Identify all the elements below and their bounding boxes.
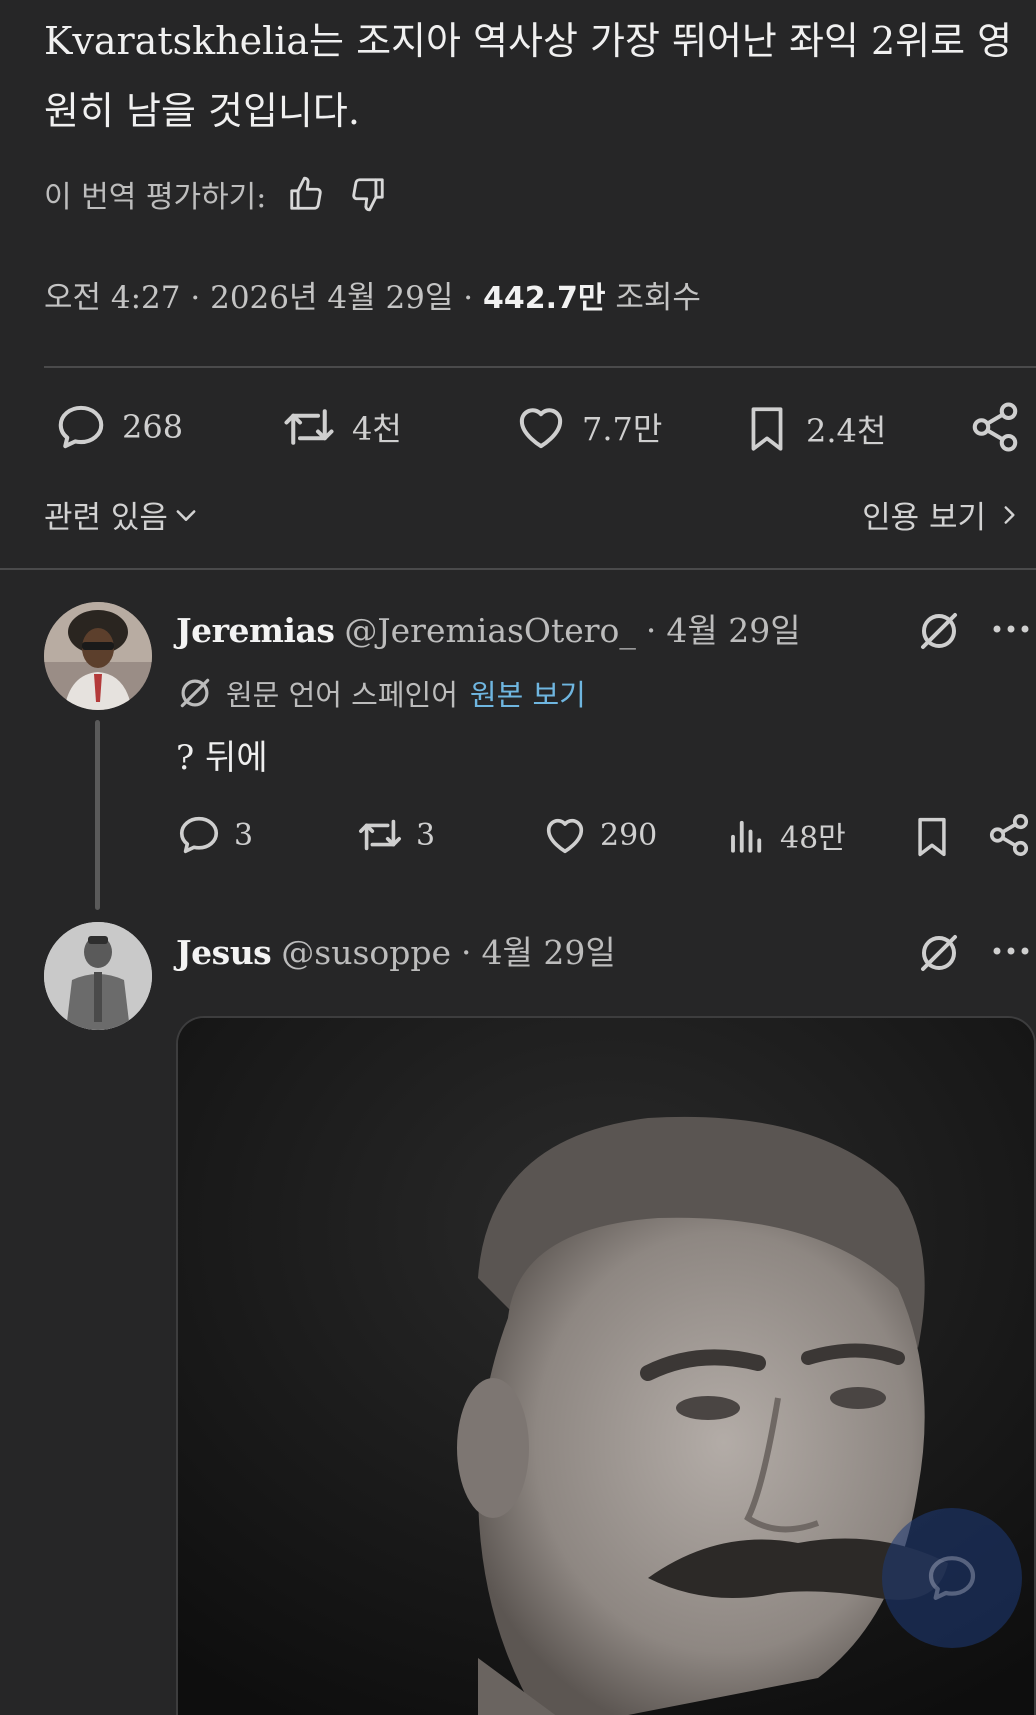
more-options-icon[interactable] xyxy=(986,604,1036,654)
tweet-time[interactable]: 오전 4:27 xyxy=(44,280,181,316)
reply-count: 268 xyxy=(122,408,184,446)
tweet-text: Kvaratskhelia는 조지아 역사상 가장 뛰어난 좌익 2위로 영원히… xyxy=(44,19,1013,133)
translate-icon xyxy=(180,678,210,708)
bookmark-count: 2.4천 xyxy=(806,412,887,450)
meta-separator: · xyxy=(463,280,474,316)
related-label: 관련 있음 xyxy=(44,500,168,536)
heart-icon xyxy=(519,408,563,449)
share-icon xyxy=(972,402,1018,452)
bookmark-icon xyxy=(751,407,783,451)
views-label: 조회수 xyxy=(615,280,701,316)
thumbs-up-icon[interactable] xyxy=(284,172,328,216)
author-handle[interactable]: @JeremiasOtero_ xyxy=(344,611,636,650)
share-button[interactable] xyxy=(968,400,1022,454)
repost-icon xyxy=(284,409,334,445)
avatar[interactable] xyxy=(44,922,152,1030)
reply-header: Jesus @susoppe · 4월 29일 xyxy=(176,926,616,974)
reply-icon xyxy=(179,816,219,854)
views-count: 48만 xyxy=(780,821,846,856)
share-icon xyxy=(989,814,1029,856)
reply-icon xyxy=(58,405,104,449)
meta-separator: · xyxy=(190,280,201,316)
repost-button[interactable]: 4천 xyxy=(280,400,402,454)
reply-count: 3 xyxy=(234,817,254,853)
thumbs-down-icon[interactable] xyxy=(346,172,390,216)
bookmark-button[interactable]: 2.4천 xyxy=(742,400,886,458)
analytics-icon xyxy=(731,820,762,853)
author-name[interactable]: Jesus xyxy=(176,933,272,972)
bookmark-button[interactable] xyxy=(910,812,954,862)
like-count: 7.7만 xyxy=(582,410,663,448)
tweet-actions: 268 4천 7.7만 2.4천 xyxy=(54,400,1036,468)
divider xyxy=(0,568,1036,570)
header-separator: · xyxy=(645,611,657,650)
repost-count: 4천 xyxy=(352,410,402,448)
message-fab-button[interactable] xyxy=(882,1508,1022,1648)
views-count: 442.7만 xyxy=(483,281,606,316)
translate-toggle-icon[interactable] xyxy=(912,926,966,980)
view-original-link[interactable]: 원본 보기 xyxy=(470,672,586,714)
thread-line xyxy=(95,720,100,910)
share-button[interactable] xyxy=(986,812,1032,858)
translation-note: 원문 언어 스페인어 원본 보기 xyxy=(176,672,586,714)
source-language: 원문 언어 스페인어 xyxy=(226,678,458,712)
message-bubble-icon xyxy=(928,1556,976,1600)
reply-button[interactable]: 268 xyxy=(54,400,183,454)
related-dropdown[interactable]: 관련 있음 xyxy=(44,492,200,537)
more-options-icon[interactable] xyxy=(986,926,1036,976)
like-button[interactable]: 7.7만 xyxy=(514,400,662,454)
author-handle[interactable]: @susoppe xyxy=(281,933,451,972)
reply-header: Jeremias @JeremiasOtero_ · 4월 29일 xyxy=(176,604,801,652)
rate-translation-label: 이 번역 평가하기: xyxy=(44,180,267,215)
avatar[interactable] xyxy=(44,602,152,710)
repost-button[interactable]: 3 xyxy=(356,812,435,858)
tweet-date[interactable]: 2026년 4월 29일 xyxy=(210,280,453,316)
bookmark-icon xyxy=(918,817,946,857)
reply-text: ? 뒤에 xyxy=(176,738,268,778)
repost-count: 3 xyxy=(416,817,436,853)
tweet-meta: 오전 4:27 · 2026년 4월 29일 · 442.7만 조회수 xyxy=(44,272,701,317)
quotes-label: 인용 보기 xyxy=(862,500,986,536)
like-button[interactable]: 290 xyxy=(542,812,657,858)
author-name[interactable]: Jeremias xyxy=(176,611,335,650)
heart-icon xyxy=(546,818,584,854)
translate-toggle-icon[interactable] xyxy=(912,604,966,658)
divider xyxy=(44,366,1036,368)
rate-translation-row: 이 번역 평가하기: xyxy=(44,172,390,216)
repost-icon xyxy=(359,819,401,851)
view-quotes-link[interactable]: 인용 보기 xyxy=(862,492,1022,537)
reply-date[interactable]: 4월 29일 xyxy=(666,604,800,652)
chevron-down-icon xyxy=(176,509,196,521)
like-count: 290 xyxy=(600,817,658,853)
header-separator: · xyxy=(461,933,472,972)
views-button[interactable]: 48만 xyxy=(726,812,846,858)
reply-date[interactable]: 4월 29일 xyxy=(482,926,616,974)
reply-button[interactable]: 3 xyxy=(176,812,253,858)
chevron-right-icon xyxy=(1004,505,1015,524)
reply-actions: 3 3 290 48만 xyxy=(176,812,1036,868)
tweet-detail-page: Kvaratskhelia는 조지아 역사상 가장 뛰어난 좌익 2위로 영원히… xyxy=(0,0,1036,1715)
